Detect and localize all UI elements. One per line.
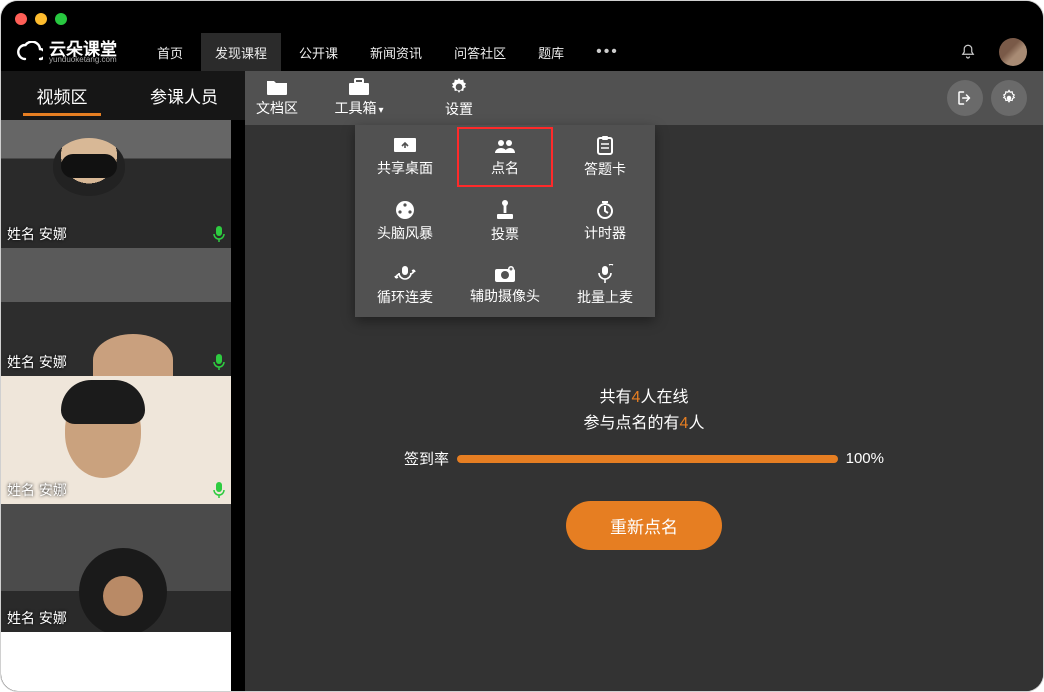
- microphone-icon: [213, 226, 225, 242]
- clipboard-icon: [595, 136, 615, 156]
- people-icon: [493, 137, 517, 155]
- tool-timer[interactable]: 计时器: [555, 189, 655, 253]
- nav-news[interactable]: 新闻资讯: [356, 33, 436, 72]
- tool-answer-card[interactable]: 答题卡: [555, 125, 655, 189]
- tool-batch-mic[interactable]: 批量上麦: [555, 253, 655, 317]
- video-tile[interactable]: 姓名 安娜: [1, 376, 231, 504]
- brand-sub: yunduoketang.com: [49, 56, 117, 64]
- microphone-icon: [213, 482, 225, 498]
- mic-up-icon: [596, 264, 614, 284]
- vote-hand-icon: [495, 199, 515, 221]
- nav-discover-courses[interactable]: 发现课程: [201, 33, 281, 72]
- minimize-window-button[interactable]: [35, 13, 47, 25]
- toolbox-dropdown: 共享桌面 点名 答题卡 头脑风暴 投票: [355, 125, 655, 317]
- checkin-rate-row: 签到率 100%: [404, 448, 884, 469]
- window-traffic-lights: [1, 1, 1043, 33]
- tool-brainstorm[interactable]: 头脑风暴: [355, 189, 455, 253]
- toolbox-button[interactable]: 工具箱▾: [309, 71, 409, 125]
- re-roll-call-button[interactable]: 重新点名: [566, 501, 722, 550]
- tool-label: 批量上麦: [577, 287, 633, 307]
- user-avatar[interactable]: [999, 38, 1027, 66]
- tool-label: 投票: [491, 224, 519, 244]
- cycle-mic-icon: [394, 264, 416, 284]
- tool-roll-call[interactable]: 点名: [455, 125, 555, 189]
- video-tile[interactable]: 姓名 安娜: [1, 248, 231, 376]
- tool-label: 点名: [491, 158, 519, 178]
- tool-cycle-mic[interactable]: 循环连麦: [355, 253, 455, 317]
- participant-name: 姓名 安娜: [7, 224, 67, 244]
- video-thumbnail: [1, 632, 231, 691]
- brand-logo[interactable]: 云朵课堂 yunduoketang.com: [17, 41, 117, 64]
- video-tile[interactable]: [1, 632, 231, 691]
- close-window-button[interactable]: [15, 13, 27, 25]
- online-count-line: 共有4人在线: [404, 385, 884, 411]
- nav-open-class[interactable]: 公开课: [285, 33, 352, 72]
- cloud-icon: [17, 41, 43, 63]
- docs-area-button[interactable]: 文档区: [245, 71, 309, 125]
- briefcase-icon: [348, 78, 370, 96]
- tool-label: 计时器: [584, 223, 626, 243]
- left-tabs: 视频区 参课人员: [1, 71, 245, 120]
- gear-icon: [1000, 89, 1018, 107]
- monitor-share-icon: [393, 137, 417, 155]
- rate-progress-bar: [457, 455, 838, 463]
- tool-label: 循环连麦: [377, 287, 433, 307]
- nav-qa-community[interactable]: 问答社区: [440, 33, 520, 72]
- top-nav: 云朵课堂 yunduoketang.com 首页 发现课程 公开课 新闻资讯 问…: [1, 33, 1043, 71]
- nav-question-bank[interactable]: 题库: [524, 33, 578, 72]
- tool-label: 头脑风暴: [377, 223, 433, 243]
- right-panel: 文档区 工具箱▾ 设置: [245, 71, 1043, 691]
- tool-label: 辅助摄像头: [470, 286, 540, 306]
- main-body: 视频区 参课人员 姓名 安娜 姓名 安娜 姓名 安娜: [1, 71, 1043, 691]
- settings-button[interactable]: 设置: [409, 71, 509, 125]
- bell-icon: [959, 43, 977, 61]
- tab-video-area[interactable]: 视频区: [1, 71, 123, 120]
- participant-name: 姓名 安娜: [7, 352, 67, 372]
- tool-label: 答题卡: [584, 159, 626, 179]
- video-tile[interactable]: 姓名 安娜: [1, 504, 231, 632]
- tool-vote[interactable]: 投票: [455, 189, 555, 253]
- exit-button[interactable]: [947, 80, 983, 116]
- tool-share-screen[interactable]: 共享桌面: [355, 125, 455, 189]
- video-tile[interactable]: 姓名 安娜: [1, 120, 231, 248]
- microphone-icon: [213, 354, 225, 370]
- toolbox-label: 工具箱▾: [334, 98, 383, 118]
- tool-label: 共享桌面: [377, 158, 433, 178]
- tool-aux-camera[interactable]: 辅助摄像头: [455, 253, 555, 317]
- clock-icon: [595, 200, 615, 220]
- tab-participants[interactable]: 参课人员: [123, 71, 245, 120]
- rate-percent: 100%: [846, 450, 884, 467]
- left-panel: 视频区 参课人员 姓名 安娜 姓名 安娜 姓名 安娜: [1, 71, 245, 691]
- maximize-window-button[interactable]: [55, 13, 67, 25]
- folder-icon: [266, 78, 288, 96]
- roll-call-stats: 共有4人在线 参与点名的有4人 签到率 100% 重新点名: [404, 385, 884, 550]
- settings-label: 设置: [445, 99, 473, 119]
- docs-label: 文档区: [256, 98, 298, 118]
- notifications-button[interactable]: [953, 37, 983, 67]
- exit-icon: [956, 89, 974, 107]
- camera-plus-icon: [494, 265, 516, 283]
- participant-name: 姓名 安娜: [7, 480, 67, 500]
- video-list: 姓名 安娜 姓名 安娜 姓名 安娜 姓名 安娜: [1, 120, 245, 691]
- film-reel-icon: [395, 200, 415, 220]
- rate-label: 签到率: [404, 448, 449, 469]
- participated-count-line: 参与点名的有4人: [404, 411, 884, 437]
- gear-icon: [449, 77, 469, 97]
- nav-home[interactable]: 首页: [143, 33, 197, 72]
- app-window: 云朵课堂 yunduoketang.com 首页 发现课程 公开课 新闻资讯 问…: [0, 0, 1044, 692]
- classroom-toolbar: 文档区 工具箱▾ 设置: [245, 71, 1043, 125]
- participant-name: 姓名 安娜: [7, 608, 67, 628]
- settings-round-button[interactable]: [991, 80, 1027, 116]
- nav-more-button[interactable]: •••: [582, 33, 633, 71]
